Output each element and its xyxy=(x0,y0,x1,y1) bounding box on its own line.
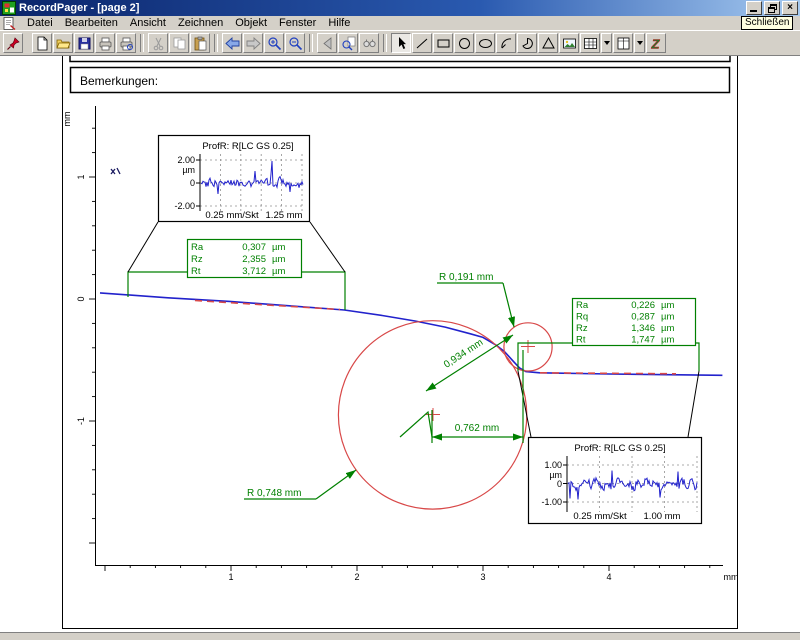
title-bar: RecordPager - [page 2] × xyxy=(0,0,800,16)
cut-button[interactable] xyxy=(148,33,168,53)
minimize-icon xyxy=(750,10,757,12)
new-document-icon xyxy=(35,36,50,51)
ellipse-icon xyxy=(478,36,493,51)
back-button[interactable] xyxy=(222,33,242,53)
close-button[interactable]: × xyxy=(782,1,798,15)
menu-zeichnen[interactable]: Zeichnen xyxy=(172,16,229,30)
columns-tool-button[interactable] xyxy=(613,33,633,53)
previous-page-button[interactable] xyxy=(317,33,337,53)
restore-button[interactable] xyxy=(764,1,780,15)
toolbar-separator xyxy=(309,34,313,52)
save-button[interactable] xyxy=(74,33,94,53)
open-folder-icon xyxy=(56,36,71,51)
copy-button[interactable] xyxy=(169,33,189,53)
table-tool-button[interactable] xyxy=(580,33,600,53)
back-arrow-icon xyxy=(225,36,240,51)
triangle-tool-button[interactable] xyxy=(538,33,558,53)
find-record-button[interactable] xyxy=(359,33,379,53)
menu-objekt[interactable]: Objekt xyxy=(229,16,273,30)
zoom-page-button[interactable] xyxy=(338,33,358,53)
new-button[interactable] xyxy=(32,33,52,53)
zoom-in-button[interactable] xyxy=(264,33,284,53)
menu-bar: Datei Bearbeiten Ansicht Zeichnen Objekt… xyxy=(0,16,800,30)
dropdown-arrow-icon xyxy=(604,41,610,45)
paste-button[interactable] xyxy=(190,33,210,53)
minimize-button[interactable] xyxy=(746,1,762,15)
open-button[interactable] xyxy=(53,33,73,53)
forward-arrow-icon xyxy=(246,36,261,51)
close-icon: × xyxy=(787,3,793,13)
zoom-out-button[interactable] xyxy=(285,33,305,53)
pie-icon xyxy=(520,36,535,51)
toolbar: Z xyxy=(0,30,800,56)
scissors-icon xyxy=(151,36,166,51)
document-page xyxy=(0,56,800,632)
menu-ansicht[interactable]: Ansicht xyxy=(124,16,172,30)
zoom-in-icon xyxy=(267,36,282,51)
image-icon xyxy=(562,36,577,51)
z-colorful-icon: Z xyxy=(649,36,664,51)
dropdown-arrow-icon xyxy=(637,41,643,45)
menu-bearbeiten[interactable]: Bearbeiten xyxy=(59,16,124,30)
arc-icon xyxy=(499,36,514,51)
circle-tool-button[interactable] xyxy=(454,33,474,53)
menu-hilfe[interactable]: Hilfe xyxy=(322,16,356,30)
triangle-icon xyxy=(541,36,556,51)
z-colorful-button[interactable]: Z xyxy=(646,33,666,53)
image-tool-button[interactable] xyxy=(559,33,579,53)
toolbar-separator xyxy=(214,34,218,52)
print-preview-button[interactable] xyxy=(116,33,136,53)
rectangle-icon xyxy=(436,36,451,51)
page-icon xyxy=(3,17,16,30)
toolbar-separator xyxy=(140,34,144,52)
columns-dropdown-button[interactable] xyxy=(634,33,645,53)
printer-icon xyxy=(98,36,113,51)
pin-icon xyxy=(6,36,21,51)
ellipse-tool-button[interactable] xyxy=(475,33,495,53)
zoom-out-icon xyxy=(288,36,303,51)
rectangle-tool-button[interactable] xyxy=(433,33,453,53)
toolbar-separator xyxy=(383,34,387,52)
zoom-page-icon xyxy=(341,36,356,51)
select-arrow-icon xyxy=(394,36,409,51)
arc-tool-button[interactable] xyxy=(496,33,516,53)
window-bottom-edge xyxy=(0,632,800,640)
copy-icon xyxy=(172,36,187,51)
columns-icon xyxy=(616,36,631,51)
table-dropdown-button[interactable] xyxy=(601,33,612,53)
print-preview-icon xyxy=(119,36,134,51)
forward-button[interactable] xyxy=(243,33,263,53)
table-icon xyxy=(583,36,598,51)
window-title: RecordPager - [page 2] xyxy=(19,2,139,14)
clipboard-icon xyxy=(193,36,208,51)
previous-arrow-icon xyxy=(320,36,335,51)
menu-fenster[interactable]: Fenster xyxy=(273,16,322,30)
line-tool-button[interactable] xyxy=(412,33,432,53)
pin-button[interactable] xyxy=(3,33,23,53)
binoculars-icon xyxy=(362,36,377,51)
app-icon xyxy=(2,1,16,15)
select-tool-button[interactable] xyxy=(391,33,411,53)
menu-datei[interactable]: Datei xyxy=(21,16,59,30)
close-tooltip: Schließen xyxy=(741,16,793,30)
save-floppy-icon xyxy=(77,36,92,51)
restore-icon xyxy=(768,4,777,13)
pie-tool-button[interactable] xyxy=(517,33,537,53)
circle-icon xyxy=(457,36,472,51)
print-button[interactable] xyxy=(95,33,115,53)
line-icon xyxy=(415,36,430,51)
svg-text:Z: Z xyxy=(650,36,660,51)
